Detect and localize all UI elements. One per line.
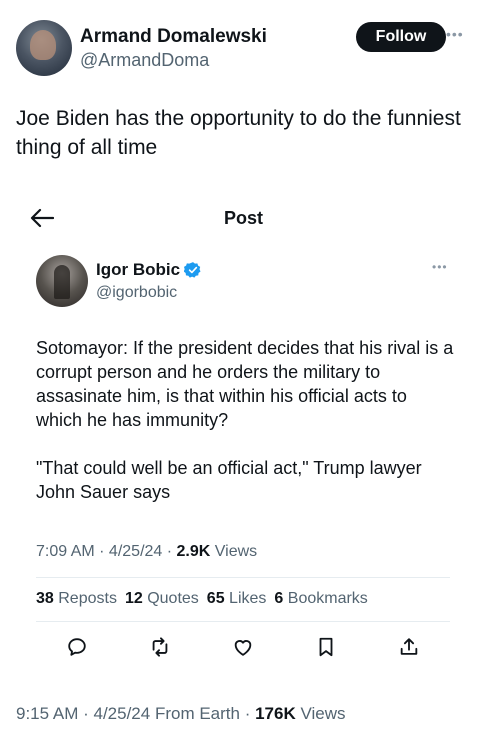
tweet-views-label: Views: [300, 704, 346, 723]
bookmarks-count: 6: [274, 590, 284, 607]
quoted-post-paragraph: "That could well be an official act," Tr…: [36, 458, 422, 502]
post-header-title: Post: [224, 208, 264, 228]
share-icon[interactable]: [398, 636, 420, 658]
quoted-post-screenshot[interactable]: Post Igor Bobic @igorbobic ••• Sotomayor…: [14, 190, 468, 658]
quoted-post-text: Sotomayor: If the president decides that…: [36, 336, 456, 504]
post-date: 4/25/24: [108, 543, 163, 560]
views-count: 2.9K: [176, 543, 211, 560]
likes-stat[interactable]: 65 Likes: [207, 590, 267, 608]
quoted-author-handle[interactable]: @igorbobic: [96, 284, 177, 302]
author-handle[interactable]: @ArmandDoma: [80, 50, 209, 71]
more-horizontal-icon[interactable]: •••: [432, 260, 448, 274]
tweet-source: From Earth: [154, 704, 240, 723]
likes-count: 65: [206, 590, 225, 607]
verified-badge-icon: [184, 262, 201, 278]
reposts-count: 38: [36, 590, 54, 607]
likes-label: Likes: [229, 590, 267, 607]
divider: [36, 577, 450, 578]
bookmarks-stat[interactable]: 6 Bookmarks: [274, 590, 367, 608]
bookmark-icon[interactable]: [315, 636, 337, 658]
follow-button[interactable]: Follow: [356, 22, 446, 52]
tweet-views-count: 176K: [255, 704, 296, 723]
author-name[interactable]: Armand Domalewski: [80, 26, 267, 48]
divider: [36, 621, 450, 622]
post-time: 7:09 AM: [36, 543, 95, 560]
more-horizontal-icon[interactable]: •••: [446, 26, 464, 42]
bookmarks-label: Bookmarks: [287, 590, 368, 607]
quotes-stat[interactable]: 12 Quotes: [125, 590, 199, 608]
quoted-author-name-row[interactable]: Igor Bobic: [96, 260, 202, 280]
reposts-label: Reposts: [58, 590, 117, 607]
tweet-header: Armand Domalewski @ArmandDoma Follow •••: [12, 20, 470, 78]
quoted-author-name[interactable]: Igor Bobic: [96, 260, 180, 280]
tweet-time: 9:15 AM: [16, 704, 79, 723]
author-avatar[interactable]: [16, 20, 72, 76]
quoted-post-meta: 7:09 AM · 4/25/24 · 2.9K Views: [36, 543, 258, 560]
tweet-date: 4/25/24: [93, 704, 151, 723]
repost-icon[interactable]: [149, 636, 171, 658]
views-label: Views: [214, 543, 258, 560]
quoted-author-avatar[interactable]: [36, 255, 88, 307]
quotes-label: Quotes: [147, 590, 199, 607]
quotes-count: 12: [124, 590, 143, 607]
reposts-stat[interactable]: 38 Reposts: [36, 590, 117, 608]
action-bar: [36, 636, 450, 658]
quoted-post-paragraph: Sotomayor: If the president decides that…: [36, 338, 454, 430]
tweet-text: Joe Biden has the opportunity to do the …: [16, 107, 461, 159]
engagement-stats: 38 Reposts 12 Quotes 65 Likes 6 Bookmark…: [36, 590, 368, 608]
reply-icon[interactable]: [66, 636, 88, 658]
like-icon[interactable]: [232, 636, 254, 658]
arrow-left-icon[interactable]: [30, 208, 54, 228]
tweet-meta: 9:15 AM · 4/25/24 From Earth · 176K View…: [16, 704, 346, 723]
